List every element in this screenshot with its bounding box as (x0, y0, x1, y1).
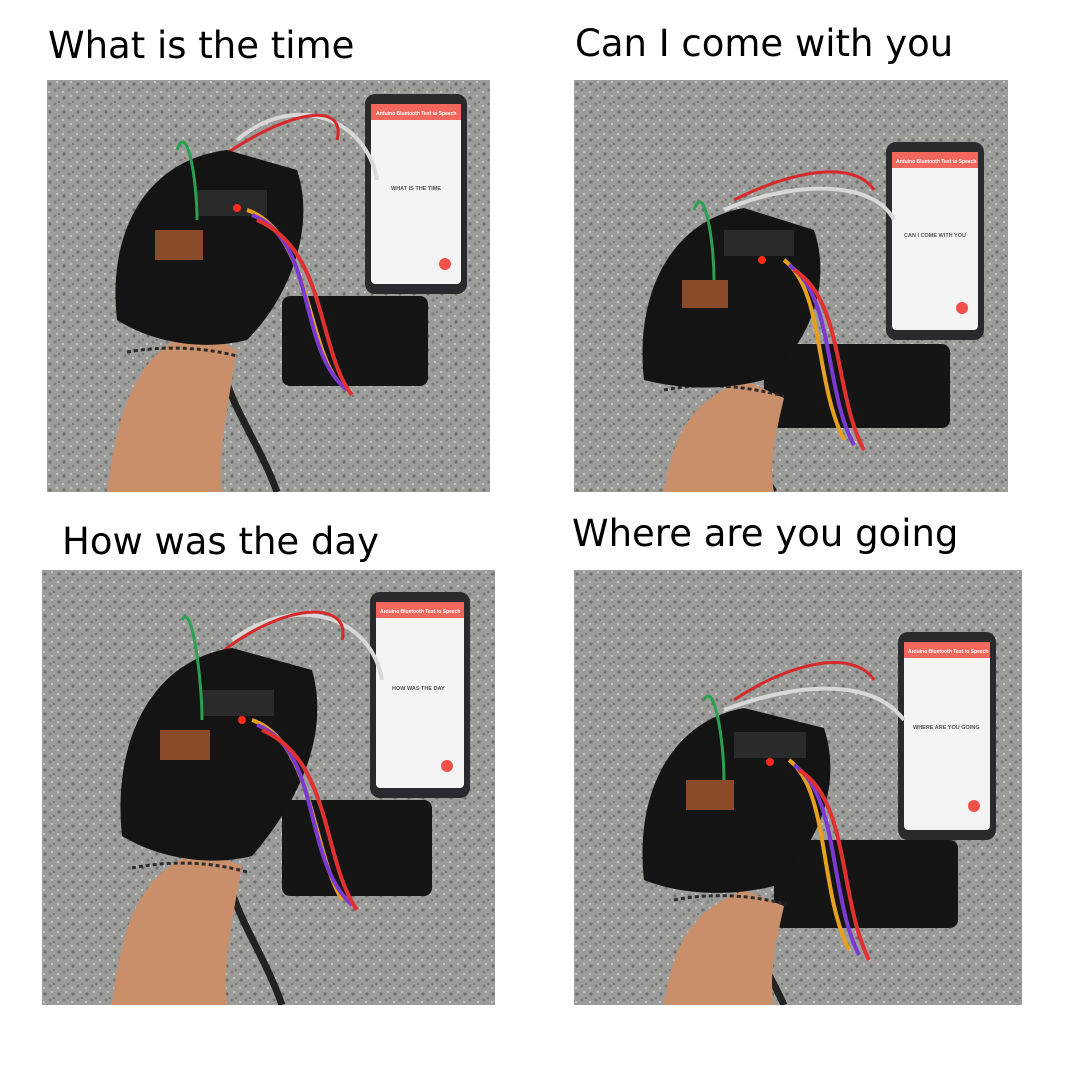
photo-scene: Arduino Bluetooth Text to Speech CAN I C… (574, 80, 1008, 492)
phone-app-title: Arduino Bluetooth Text to Speech (380, 609, 460, 615)
phone-image: Arduino Bluetooth Text to Speech CAN I C… (886, 142, 984, 340)
power-bank-image (282, 296, 428, 386)
phone-message: HOW WAS THE DAY (392, 686, 445, 692)
phone-message: CAN I COME WITH YOU (904, 233, 966, 239)
phone-message: WHERE ARE YOU GOING (913, 725, 980, 731)
phone-image: Arduino Bluetooth Text to Speech WHERE A… (898, 632, 996, 840)
caption-how-was-the-day: How was the day (62, 520, 379, 563)
phone-app-title: Arduino Bluetooth Text to Speech (896, 159, 976, 165)
phone-message: WHAT IS THE TIME (391, 186, 441, 192)
photo-can-i-come-with-you: Arduino Bluetooth Text to Speech CAN I C… (574, 80, 1008, 492)
caption-what-is-the-time: What is the time (48, 24, 355, 67)
caption-where-are-you-going: Where are you going (572, 512, 959, 555)
photo-how-was-the-day: Arduino Bluetooth Text to Speech HOW WAS… (42, 570, 495, 1005)
phone-image: Arduino Bluetooth Text to Speech HOW WAS… (370, 592, 470, 798)
photo-scene: Arduino Bluetooth Text to Speech WHERE A… (574, 570, 1022, 1005)
power-bank-image (282, 800, 432, 896)
caption-can-i-come-with-you: Can I come with you (575, 22, 954, 65)
phone-app-title: Arduino Bluetooth Text to Speech (908, 649, 988, 655)
photo-what-is-the-time: Arduino Bluetooth Text to Speech WHAT IS… (47, 80, 490, 492)
photo-where-are-you-going: Arduino Bluetooth Text to Speech WHERE A… (574, 570, 1022, 1005)
photo-scene: Arduino Bluetooth Text to Speech HOW WAS… (42, 570, 495, 1005)
phone-image: Arduino Bluetooth Text to Speech WHAT IS… (365, 94, 467, 294)
phone-app-title: Arduino Bluetooth Text to Speech (376, 111, 456, 117)
photo-scene: Arduino Bluetooth Text to Speech WHAT IS… (47, 80, 490, 492)
power-bank-image (764, 344, 950, 428)
